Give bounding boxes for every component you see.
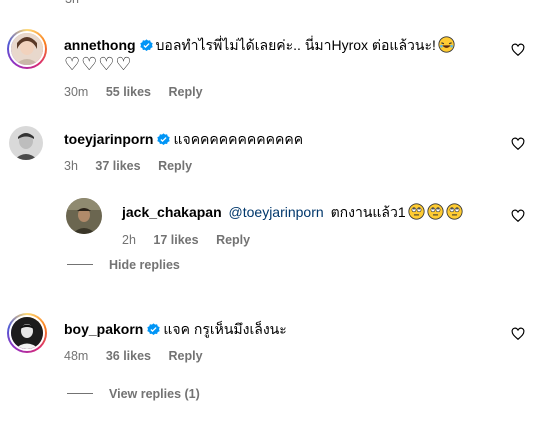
laughing-emoji-icon [438, 36, 455, 53]
rolling-eyes-emoji-icon [406, 203, 463, 220]
hide-replies-button[interactable]: Hide replies [67, 258, 180, 272]
like-heart-icon[interactable] [511, 137, 525, 151]
avatar[interactable] [9, 126, 43, 160]
username[interactable]: toeyjarinporn [64, 131, 153, 147]
view-replies-button[interactable]: View replies (1) [67, 387, 200, 401]
comment-text: แจค กรูเห็นมึงเล็งนะ [163, 321, 287, 337]
profile-photo-icon [11, 317, 43, 349]
reply-button[interactable]: Reply [158, 159, 192, 173]
reply-button[interactable]: Reply [216, 233, 250, 247]
likes-count[interactable]: 17 likes [153, 233, 198, 247]
view-replies-label: View replies (1) [109, 387, 200, 401]
verified-badge-icon [147, 323, 161, 336]
username[interactable]: boy_pakorn [64, 321, 143, 337]
hearts-line: ♡♡♡♡ [64, 54, 133, 74]
avatar-image [9, 31, 45, 67]
comment-time: 30m [64, 85, 89, 99]
avatar-image [9, 315, 45, 351]
likes-count[interactable]: 37 likes [95, 159, 140, 173]
avatar[interactable] [66, 198, 102, 234]
comment-text: แจคคคคคคคคคคคค [173, 131, 304, 147]
comment-text: ตกงานแล้ว1 [330, 204, 406, 220]
divider-dash [67, 393, 93, 394]
clipped-timestamp: 3h [65, 0, 79, 6]
like-heart-icon[interactable] [511, 43, 525, 57]
reply-button[interactable]: Reply [168, 85, 202, 99]
verified-badge-icon [157, 133, 171, 146]
username[interactable]: annethong [64, 37, 136, 53]
avatar[interactable] [7, 313, 47, 353]
likes-count[interactable]: 36 likes [106, 349, 151, 363]
username[interactable]: jack_chakapan [122, 204, 222, 220]
verified-badge-icon [139, 39, 153, 52]
like-heart-icon[interactable] [511, 327, 525, 341]
divider-dash [67, 264, 93, 265]
profile-photo-icon [9, 126, 43, 160]
like-heart-icon[interactable] [511, 209, 525, 223]
avatar[interactable] [7, 29, 47, 69]
comment-time: 3h [64, 159, 78, 173]
comment-time: 48m [64, 349, 89, 363]
comment-time: 2h [122, 233, 136, 247]
reply-button[interactable]: Reply [168, 349, 202, 363]
profile-photo-icon [11, 33, 43, 65]
mention-link[interactable]: @toeyjarinporn [229, 204, 324, 220]
profile-photo-icon [66, 198, 102, 234]
likes-count[interactable]: 55 likes [106, 85, 151, 99]
comment-text: บอลทำไรพี่ไม่ได้เลยค่ะ.. นี่มาHyrox ต่อแ… [155, 37, 436, 53]
hide-replies-label: Hide replies [109, 258, 180, 272]
